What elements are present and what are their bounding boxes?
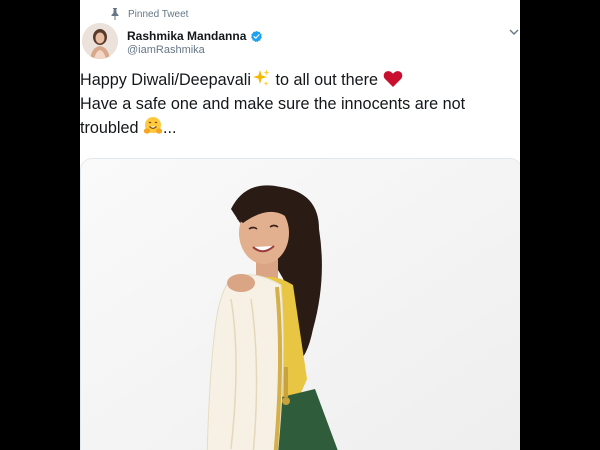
sparkles-emoji: [252, 69, 270, 86]
verified-badge-icon: [251, 30, 263, 42]
display-name[interactable]: Rashmika Mandanna: [127, 29, 246, 43]
red-heart-emoji: [383, 71, 402, 87]
pin-icon: [111, 8, 119, 20]
tweet-line-3: troubled ...: [80, 116, 516, 140]
avatar[interactable]: [82, 23, 118, 59]
pinned-indicator: Pinned Tweet: [110, 8, 188, 20]
tweet-media-image[interactable]: [80, 158, 520, 450]
tweet-text: Happy Diwali/Deepavali to all out there …: [80, 68, 516, 140]
user-name-row: Rashmika Mandanna: [127, 29, 263, 43]
pinned-label: Pinned Tweet: [128, 8, 189, 20]
chevron-down-icon[interactable]: [509, 28, 519, 36]
tweet-card[interactable]: Pinned Tweet Rashmika Mandanna @iamRashm…: [80, 0, 520, 450]
photo-woman-in-saree: [81, 159, 520, 450]
user-handle[interactable]: @iamRashmika: [127, 44, 205, 56]
hugging-face-emoji: [143, 117, 163, 134]
tweet-line-1: Happy Diwali/Deepavali to all out there: [80, 68, 516, 92]
tweet-line-2: Have a safe one and make sure the innoce…: [80, 95, 466, 113]
